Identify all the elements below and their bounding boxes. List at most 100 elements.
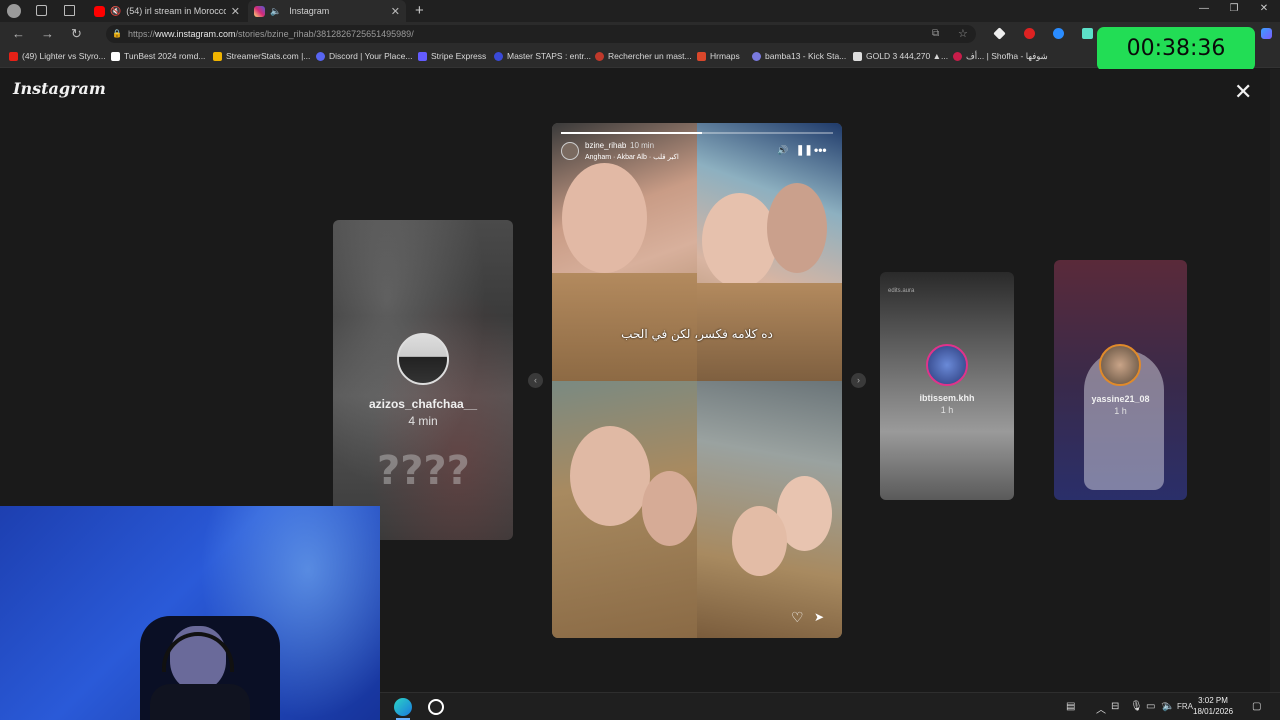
copilot-icon[interactable] <box>1261 28 1272 39</box>
story-username[interactable]: bzine_rihab <box>585 141 626 150</box>
muted-speaker-icon[interactable]: 🔇 <box>110 6 121 17</box>
tab-actions-icon[interactable] <box>64 5 75 16</box>
minimize-icon[interactable]: — <box>1194 3 1214 14</box>
tab-label: (54) irl stream in Morocco <box>126 6 227 16</box>
pause-icon[interactable]: ❚❚ <box>796 145 813 156</box>
microphone-icon[interactable]: 🎙 <box>1130 701 1143 712</box>
face-shape <box>767 183 827 273</box>
back-icon[interactable]: ← <box>12 26 25 41</box>
story-time: 1 h <box>940 405 954 415</box>
tab-instagram[interactable]: 🔈 Instagram ✕ <box>248 0 406 22</box>
tab-youtube[interactable]: 🔇 (54) irl stream in Morocco ✕ <box>88 0 246 22</box>
story-time: 4 min <box>408 414 438 428</box>
close-window-icon[interactable]: ✕ <box>1254 3 1274 14</box>
avatar <box>926 344 968 386</box>
extension-blue-icon[interactable] <box>1053 28 1064 39</box>
extension-teal-icon[interactable] <box>1082 28 1093 39</box>
system-clock[interactable]: 3:02 PM 18/01/2026 <box>1193 695 1233 717</box>
address-bar[interactable]: 🔒 https://www.instagram.com/stories/bzin… <box>106 25 976 43</box>
instagram-logo[interactable]: Instagram <box>13 79 106 98</box>
url-prefix: https:// <box>128 29 156 39</box>
close-tab-icon[interactable]: ✕ <box>231 5 240 18</box>
bookmark-item[interactable]: Stripe Express <box>418 51 486 61</box>
display-icon[interactable]: ▭ <box>1146 701 1155 712</box>
story-photo <box>697 381 842 638</box>
speaker-icon[interactable]: 🔈 <box>270 6 281 17</box>
next-story-arrow[interactable]: › <box>851 373 866 388</box>
discord-icon <box>316 51 325 61</box>
story-username: yassine21_08 <box>1091 394 1150 404</box>
edge-browser-icon[interactable] <box>394 698 412 716</box>
search-master-icon <box>595 51 604 61</box>
story-overlay-text: ???? <box>377 448 470 494</box>
face-shape <box>732 506 787 576</box>
wifi-icon[interactable]: ⌔ <box>1160 700 1169 713</box>
clock-date: 18/01/2026 <box>1193 707 1234 716</box>
url-path: /stories/bzine_rihab/3812826725651495989… <box>235 29 414 39</box>
story-photo <box>552 123 697 381</box>
story-time: 10 min <box>630 141 655 150</box>
restore-icon[interactable]: ❐ <box>1224 3 1244 14</box>
active-story[interactable]: bzine_rihab 10 min Angham · Akbar Alb · … <box>552 123 842 638</box>
story-progress-bar <box>561 132 833 134</box>
share-send-icon[interactable]: ➤ <box>814 610 824 624</box>
story-progress-fill <box>561 132 703 134</box>
obs-icon[interactable] <box>428 699 444 715</box>
close-viewer-button[interactable]: ✕ <box>1234 81 1252 103</box>
close-tab-icon[interactable]: ✕ <box>391 5 400 18</box>
kick-icon <box>752 51 761 61</box>
clock-time: 3:02 PM <box>1198 696 1228 705</box>
profile-avatar-icon[interactable] <box>7 4 21 18</box>
avatar[interactable] <box>561 142 579 160</box>
url-domain: www.instagram.com <box>155 29 236 39</box>
extension-red-icon[interactable] <box>1024 28 1035 39</box>
tab-label: Instagram <box>289 6 330 16</box>
bookmark-item[interactable]: Hrmaps <box>697 51 740 61</box>
lock-icon[interactable]: 🔒 <box>112 25 122 43</box>
language-indicator[interactable]: FRA <box>1177 702 1193 711</box>
bookmark-item[interactable]: أف... | Shofha - شوفها <box>953 51 1048 62</box>
network-icon[interactable]: ⊟ <box>1111 701 1119 712</box>
bookmark-item[interactable]: Rechercher un mast... <box>595 51 692 61</box>
like-heart-icon[interactable]: ♡ <box>791 609 804 626</box>
instagram-icon <box>254 5 265 17</box>
story-preview-yassine[interactable]: yassine21_08 1 h <box>1054 260 1187 500</box>
new-tab-button[interactable]: + <box>415 2 424 19</box>
reload-icon[interactable]: ↻ <box>71 26 82 42</box>
bookmark-item[interactable]: TunBest 2024 romd... <box>111 51 205 61</box>
story-username: azizos_chafchaa__ <box>368 397 478 411</box>
story-preview-ibtissem[interactable]: edits.aura ibtissem.khh 1 h <box>880 272 1014 500</box>
bookmarks-bar: (49) Lighter vs Styro... TunBest 2024 ro… <box>0 46 1280 68</box>
taskbar: ▤ ︿ ⊟ 🎙 ▭ 🔈 FRA ▢ <box>380 692 1280 720</box>
story-preview-azizos[interactable]: azizos_chafchaa__ 4 min ???? <box>333 220 513 540</box>
bookmark-item[interactable]: bamba13 - Kick Sta... <box>752 51 846 61</box>
bookmark-star-icon[interactable]: ☆ <box>958 25 968 43</box>
story-photo <box>552 381 697 638</box>
forward-icon[interactable]: → <box>41 26 54 41</box>
face-shape <box>702 193 777 288</box>
story-photo <box>697 123 842 381</box>
scrollbar[interactable] <box>1270 69 1280 692</box>
story-music[interactable]: Angham · Akbar Alb · اكبر قلب <box>585 153 679 161</box>
notifications-icon[interactable]: ▢ <box>1252 701 1261 712</box>
bookmark-item[interactable]: StreamerStats.com |... <box>213 51 310 61</box>
avatar <box>397 333 449 385</box>
story-caption: ده كلامه فكسر، لكن في الحب <box>621 327 773 341</box>
face-shape <box>570 426 650 526</box>
story-username: ibtissem.khh <box>919 393 975 403</box>
volume-icon[interactable]: 🔊 <box>777 145 788 156</box>
bookmark-item[interactable]: Discord | Your Place... <box>316 51 412 61</box>
bookmark-item[interactable]: GOLD 3 444,270 ▲... <box>853 51 948 61</box>
previous-story-arrow[interactable]: ‹ <box>528 373 543 388</box>
bookmark-item[interactable]: (49) Lighter vs Styro... <box>9 51 106 61</box>
workspaces-icon[interactable] <box>36 5 47 16</box>
bookmark-item[interactable]: Master STAPS : entr... <box>494 51 591 61</box>
more-options-icon[interactable]: ••• <box>814 143 827 157</box>
stream-timer: 00:38:36 <box>1097 27 1255 71</box>
extension-diamond-icon[interactable] <box>993 27 1006 40</box>
task-view-icon[interactable]: ▤ <box>1066 701 1075 712</box>
address-toolbar: ← → ↻ 🔒 https://www.instagram.com/storie… <box>0 22 1280 46</box>
face-shape <box>562 163 647 273</box>
open-in-app-icon[interactable]: ⧉ <box>932 25 939 43</box>
show-hidden-icons[interactable]: ︿ <box>1096 701 1106 716</box>
